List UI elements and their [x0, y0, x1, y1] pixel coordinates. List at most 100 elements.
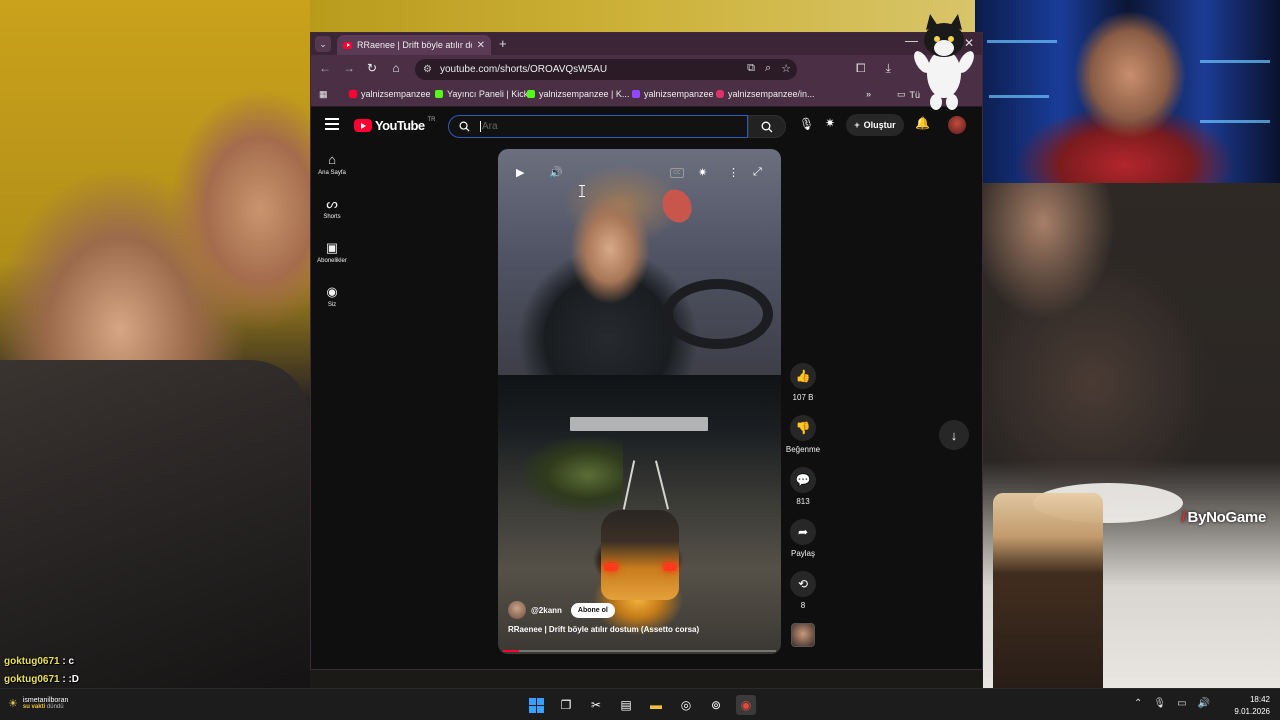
channel-handle[interactable]: @2kann	[531, 606, 562, 615]
fullscreen-expand-icon[interactable]: ⤢	[753, 166, 762, 179]
captions-cc-icon[interactable]: CC	[670, 168, 684, 178]
task-view-icon[interactable]: ❐	[556, 695, 576, 715]
taskbar-clock[interactable]: 18:42 9.01.2026	[1234, 694, 1270, 718]
subscriptions-icon: ▣	[325, 240, 339, 255]
bookmark-item[interactable]: yalnizsempanzee	[349, 89, 431, 99]
tab-search-chevron-icon[interactable]: ⌄	[315, 36, 331, 52]
obs-studio-icon[interactable]: ◎	[676, 695, 696, 715]
subscribe-button[interactable]: Abone ol	[570, 602, 615, 618]
zoom-icon[interactable]: ⌕	[765, 62, 771, 75]
display-icon[interactable]: ▭	[1177, 698, 1186, 709]
forward-arrow-icon[interactable]: →	[341, 61, 357, 75]
more-bookmarks-chevron-icon[interactable]: »	[866, 89, 871, 99]
install-app-icon[interactable]: ⧉	[747, 62, 755, 75]
bookmark-item[interactable]: yalnizsempanzee	[632, 89, 714, 99]
dislike-thumbs-down-icon[interactable]: 👎	[790, 415, 816, 441]
glass-mug	[993, 493, 1103, 693]
tab-strip: ⌄ RRaenee | Drift böyle atılır dost ✕ + …	[311, 33, 982, 55]
search-box[interactable]	[448, 115, 748, 138]
system-tray: ⌃ 🎙 ▭ 🔊	[1134, 698, 1210, 709]
gemini-sparkle-icon[interactable]: ✷	[698, 166, 707, 179]
shorts-video-player[interactable]: ▶ 🔊 CC ✷ ⋮ ⤢ @2kann Abone ol RRaenee | D…	[498, 149, 781, 654]
stream-brand-watermark: / ByNoGame	[1181, 509, 1267, 526]
hamburger-menu-icon[interactable]	[325, 118, 339, 133]
reload-icon[interactable]: ↻	[364, 61, 380, 75]
download-icon[interactable]: ⤓	[886, 61, 891, 76]
comment-count: 813	[796, 497, 810, 506]
more-options-icon[interactable]: ⋮	[728, 166, 739, 179]
sidebar-item-home[interactable]: ⌂ Ana Sayfa	[311, 148, 353, 192]
steam-icon[interactable]: ⊚	[706, 695, 726, 715]
dislike-label: Beğenme	[785, 445, 821, 454]
tab-close-icon[interactable]: ✕	[477, 40, 485, 51]
home-icon[interactable]: ⌂	[388, 61, 404, 75]
webcam-shelf-light	[1200, 120, 1270, 123]
sidebar-item-you[interactable]: ◉ Siz	[311, 280, 353, 324]
bookmark-item[interactable]: yalnizsempanzee/in...	[716, 89, 815, 99]
channel-avatar[interactable]	[508, 601, 526, 619]
browser-tab-active[interactable]: RRaenee | Drift böyle atılır dost ✕	[337, 35, 491, 55]
sidebar-item-label: Ana Sayfa	[318, 170, 346, 176]
like-thumbs-up-icon[interactable]: 👍	[790, 363, 816, 389]
account-avatar[interactable]	[948, 116, 966, 134]
bookmarks-bar: ▦ yalnizsempanzee Yayıncı Paneli | Kick …	[311, 83, 982, 107]
back-arrow-icon[interactable]: ←	[317, 61, 333, 75]
short-title[interactable]: RRaenee | Drift böyle atılır dostum (Ass…	[508, 625, 768, 634]
remix-icon[interactable]: ⟲	[790, 571, 816, 597]
extensions-puzzle-icon[interactable]: ⧠	[856, 61, 866, 76]
photos-app-icon[interactable]: ▤	[616, 695, 636, 715]
create-button[interactable]: + Oluştur	[846, 114, 904, 136]
chrome-browser-icon[interactable]: ◉	[736, 695, 756, 715]
file-explorer-folder-icon[interactable]: ▬	[646, 695, 666, 715]
share-arrow-icon[interactable]: ➦	[790, 519, 816, 545]
bookmark-item[interactable]: yalnizsempanzee | K...	[527, 89, 629, 99]
youtube-header: YouTube TR 🎙 ✷ +Oluştur 🔔	[311, 108, 982, 144]
stream-top-strip	[310, 0, 975, 32]
bookmark-label: yalnizsempanzee/in...	[728, 89, 815, 99]
voice-search-mic-icon[interactable]: 🎙	[799, 117, 814, 131]
bookmark-item[interactable]: Yayıncı Paneli | Kick	[435, 89, 528, 99]
youtube-page: YouTube TR 🎙 ✷ +Oluştur 🔔 ⌂ Ana Sayfa ᔕ Sh…	[311, 108, 982, 669]
chat-text: : :D	[62, 674, 80, 685]
remix-action: ⟲ 8	[789, 571, 817, 610]
microphone-icon[interactable]: 🎙	[1153, 698, 1166, 709]
search-button[interactable]	[748, 115, 786, 138]
notifications-bell-icon[interactable]: 🔔	[915, 116, 930, 130]
taskbar-notification-widget[interactable]: ☀ ismetanilboran su vakti dündü	[8, 697, 68, 710]
site-info-icon[interactable]: ⚙	[423, 64, 432, 75]
stream-right-camera	[983, 183, 1280, 693]
sidebar-item-shorts[interactable]: ᔕ Shorts	[311, 192, 353, 236]
create-label: Oluştur	[863, 120, 896, 130]
speaker-volume-icon[interactable]: 🔊	[1198, 698, 1210, 709]
address-bar[interactable]: ⚙ youtube.com/shorts/OROAVQsW5AU ⧉ ⌕ ☆	[415, 59, 797, 80]
play-icon[interactable]: ▶	[516, 166, 524, 179]
stream-chat-overlay: goktug0671 : c goktug0671 : :D	[4, 656, 79, 692]
bookmark-label: yalnizsempanzee	[361, 89, 431, 99]
text-cursor-icon	[579, 185, 585, 197]
next-short-down-arrow-icon[interactable]: ↓	[939, 420, 969, 450]
sound-source-thumbnail[interactable]	[791, 623, 815, 647]
bookmark-label: yalnizsempanzee | K...	[539, 89, 630, 99]
snipping-tool-icon[interactable]: ✂	[586, 695, 606, 715]
chat-message: goktug0671 : :D	[4, 674, 79, 685]
apps-grid-icon[interactable]: ▦	[319, 89, 328, 100]
tray-overflow-chevron-icon[interactable]: ⌃	[1134, 698, 1142, 709]
video-progress-bar[interactable]	[503, 650, 776, 652]
bookmark-star-icon[interactable]: ☆	[781, 62, 791, 75]
start-windows-icon[interactable]	[526, 695, 546, 715]
search-icon	[459, 121, 470, 132]
video-tail-light	[663, 563, 677, 571]
plus-icon: +	[854, 120, 860, 130]
gemini-sparkle-icon[interactable]: ✷	[825, 116, 835, 130]
search-input[interactable]	[480, 121, 720, 132]
browser-toolbar: ← → ↻ ⌂ ⚙ youtube.com/shorts/OROAVQsW5AU…	[311, 55, 982, 83]
sidebar-item-subscriptions[interactable]: ▣ Abonelikler	[311, 236, 353, 280]
webcam-shelf-light	[989, 95, 1049, 98]
widget-title: ismetanilboran	[22, 697, 69, 704]
widget-subtitle: su vakti dündü	[22, 704, 64, 710]
new-tab-plus-icon[interactable]: +	[499, 36, 507, 51]
volume-icon[interactable]: 🔊	[549, 166, 563, 179]
twitch-bookmark-icon	[632, 90, 640, 98]
youtube-logo[interactable]: YouTube TR	[354, 117, 435, 133]
comment-bubble-icon[interactable]: 💬	[790, 467, 816, 493]
